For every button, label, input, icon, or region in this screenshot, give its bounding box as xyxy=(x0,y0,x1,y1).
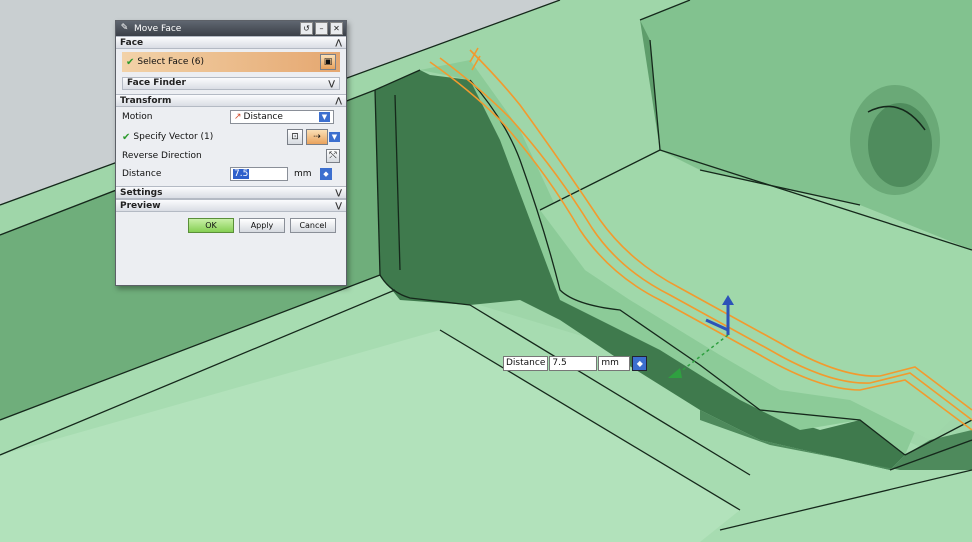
section-preview-label: Preview xyxy=(120,200,161,211)
chevron-down-icon: ⋁ xyxy=(328,78,335,88)
cancel-button[interactable]: Cancel xyxy=(290,217,336,233)
dialog-titlebar[interactable]: ✎ Move Face ↺ – ✕ xyxy=(116,21,346,36)
specify-vector-label: Specify Vector (1) xyxy=(133,132,214,142)
select-face-row[interactable]: ✔ Select Face (6) ▣ xyxy=(122,52,340,72)
reverse-direction-icon[interactable]: ⤲ xyxy=(326,149,340,163)
motion-label: Motion xyxy=(122,112,153,122)
specify-vector-row[interactable]: ✔ Specify Vector (1) ⊡ ⇢ ▼ xyxy=(116,127,346,147)
section-settings[interactable]: Settings ⋁ xyxy=(116,186,346,199)
face-finder-header[interactable]: Face Finder ⋁ xyxy=(122,76,340,90)
distance-input[interactable]: 7.5 xyxy=(230,167,288,181)
chevron-down-icon: ⋁ xyxy=(335,188,342,197)
distance-unit: mm xyxy=(294,169,312,179)
floating-distance-input: Distance 7.5 mm ◆ xyxy=(503,356,648,371)
boss-hole xyxy=(868,103,932,187)
face-select-icon[interactable]: ▣ xyxy=(320,54,336,70)
move-face-icon: ✎ xyxy=(120,23,129,33)
distance-label: Distance xyxy=(122,169,162,179)
select-face-label: Select Face (6) xyxy=(137,57,204,67)
floating-distance-label: Distance xyxy=(503,356,549,371)
floating-distance-unit: mm xyxy=(598,356,631,371)
dialog-buttons: OK Apply Cancel xyxy=(116,212,346,238)
distance-options-icon[interactable]: ◆ xyxy=(320,168,332,180)
face-finder-label: Face Finder xyxy=(127,78,186,88)
close-icon[interactable]: ✕ xyxy=(330,22,343,35)
chevron-up-icon: ⋀ xyxy=(335,38,342,47)
apply-button[interactable]: Apply xyxy=(239,217,285,233)
section-transform-label: Transform xyxy=(120,95,172,106)
section-face-label: Face xyxy=(120,37,144,48)
reverse-direction-row: Reverse Direction ⤲ xyxy=(116,147,346,165)
section-preview[interactable]: Preview ⋁ xyxy=(116,199,346,212)
distance-row: Distance 7.5 mm ◆ xyxy=(116,165,346,183)
ok-button[interactable]: OK xyxy=(188,217,234,233)
dialog-title: Move Face xyxy=(134,23,182,34)
check-icon: ✔ xyxy=(122,131,131,143)
dropdown-arrow-icon: ▼ xyxy=(319,112,330,122)
motion-dropdown[interactable]: ↗ Distance ▼ xyxy=(230,110,334,124)
reverse-direction-label: Reverse Direction xyxy=(122,151,202,161)
vector-dialog-icon[interactable]: ⊡ xyxy=(287,129,303,145)
floating-options-icon[interactable]: ◆ xyxy=(632,356,648,371)
vector-inference-icon[interactable]: ⇢ xyxy=(306,129,328,145)
floating-distance-field[interactable]: 7.5 xyxy=(549,356,598,371)
move-face-dialog: ✎ Move Face ↺ – ✕ Face ⋀ ✔ Select Face (… xyxy=(115,20,347,286)
distance-value: 7.5 xyxy=(233,169,250,179)
face-finder-row[interactable]: Face Finder ⋁ xyxy=(116,74,346,92)
section-transform[interactable]: Transform ⋀ xyxy=(116,94,346,107)
motion-row: Motion ↗ Distance ▼ xyxy=(116,107,346,127)
dropdown-arrow-icon[interactable]: ▼ xyxy=(329,132,340,142)
distance-motion-icon: ↗ xyxy=(234,112,242,122)
section-settings-label: Settings xyxy=(120,187,163,198)
motion-value: Distance xyxy=(243,112,283,122)
minimize-icon[interactable]: – xyxy=(315,22,328,35)
check-icon: ✔ xyxy=(126,56,135,68)
reset-icon[interactable]: ↺ xyxy=(300,22,313,35)
section-face[interactable]: Face ⋀ xyxy=(116,36,346,49)
chevron-down-icon: ⋁ xyxy=(335,201,342,210)
chevron-up-icon: ⋀ xyxy=(335,96,342,105)
